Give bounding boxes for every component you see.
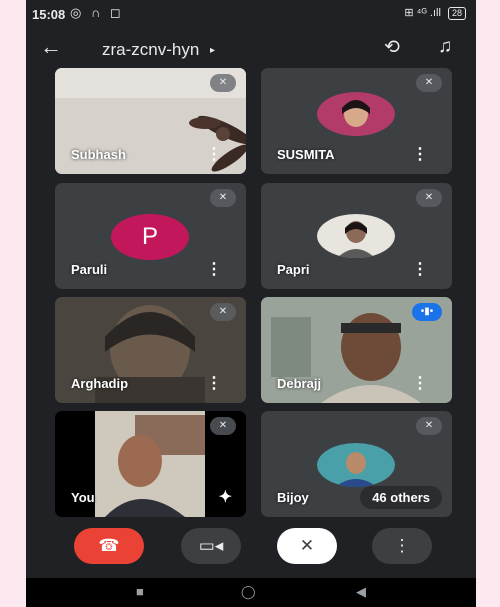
phone-hangup-icon: ☎ [98, 536, 120, 555]
participant-name: Bijoy [277, 490, 309, 505]
more-options-icon[interactable]: ⋮ [206, 373, 222, 393]
avatar-initial: P [111, 214, 189, 260]
caret-right-icon: ▸ [210, 45, 216, 56]
more-options-icon[interactable]: ⋮ [206, 259, 222, 279]
meeting-code-text: zra-zcnv-hyn [102, 40, 200, 59]
meeting-header: ← zra-zcnv-hyn ▸ ⟲ ♫ [26, 32, 476, 68]
avatar-photo [317, 443, 395, 487]
more-options-icon[interactable]: ⋮ [412, 144, 428, 164]
muted-mic-icon: ✕ [210, 417, 236, 435]
participant-name: Subhash [71, 147, 126, 162]
video-camera-icon: ▭◂ [198, 536, 224, 555]
muted-mic-icon: ✕ [210, 74, 236, 92]
participant-name: You [71, 490, 95, 505]
phone-screen: 15:08 ◎ ∩ ◻ ⊞ ⁴ᴳ .ıll 28 ← zra-zcnv-hyn … [26, 0, 476, 607]
participant-tile-susmita[interactable]: ✕ SUSMITA ⋮ [261, 68, 452, 174]
participant-tile-paruli[interactable]: P ✕ Paruli ⋮ [55, 183, 246, 289]
participant-tile-self[interactable]: ✕ You ✦ [55, 411, 246, 517]
participant-tile-bijoy[interactable]: ✕ Bijoy 46 others [261, 411, 452, 517]
switch-camera-icon[interactable]: ⟲ [384, 36, 400, 59]
back-arrow-icon[interactable]: ← [40, 34, 62, 60]
status-bar: 15:08 ◎ ∩ ◻ ⊞ ⁴ᴳ .ıll 28 [26, 0, 476, 28]
muted-mic-icon: ✕ [416, 74, 442, 92]
network-indicator: ⊞ ⁴ᴳ .ıll 28 [404, 6, 466, 20]
muted-mic-icon: ✕ [210, 303, 236, 321]
more-options-button[interactable]: ⋮ [372, 528, 432, 564]
participant-name: Debrajj [277, 376, 322, 391]
muted-mic-icon: ✕ [210, 189, 236, 207]
more-options-icon[interactable]: ⋮ [412, 373, 428, 393]
recents-icon[interactable]: ■ [136, 584, 144, 599]
back-icon[interactable]: ◀ [356, 584, 366, 600]
muted-mic-icon: ✕ [416, 417, 442, 435]
more-vert-icon: ⋮ [393, 536, 411, 555]
android-nav-bar: ■ ◯ ◀ [26, 578, 476, 607]
participant-name: Paruli [71, 262, 108, 277]
battery-icon: 28 [447, 7, 466, 20]
camera-toggle-button[interactable]: ▭◂ [181, 528, 241, 564]
speaking-indicator-icon: •▮• [412, 303, 442, 321]
muted-mic-icon: ✕ [416, 189, 442, 207]
avatar-photo [317, 214, 395, 258]
more-options-icon[interactable]: ⋮ [206, 144, 222, 164]
participant-tile-debrajj[interactable]: •▮• Debrajj ⋮ [261, 297, 452, 403]
participant-tile-arghadip[interactable]: ✕ Arghadip ⋮ [55, 297, 246, 403]
mic-off-icon: ✕ [299, 536, 315, 555]
participant-tile-papri[interactable]: ✕ Papri ⋮ [261, 183, 452, 289]
participant-tile-subhash[interactable]: ✕ Subhash ⋮ [55, 68, 246, 174]
end-call-button[interactable]: ☎ [74, 528, 144, 564]
meeting-code[interactable]: zra-zcnv-hyn ▸ [102, 40, 215, 60]
mic-toggle-button[interactable]: ✕ [277, 528, 337, 564]
status-time: 15:08 [32, 7, 66, 22]
avatar-photo [317, 92, 395, 136]
audio-output-icon[interactable]: ♫ [438, 36, 452, 58]
participant-name: Papri [277, 262, 310, 277]
signal-icon: ⊞ ⁴ᴳ .ıll [404, 7, 441, 19]
effects-icon[interactable]: ✦ [219, 487, 232, 507]
home-icon[interactable]: ◯ [241, 584, 256, 600]
participant-name: Arghadip [71, 376, 129, 391]
more-options-icon[interactable]: ⋮ [412, 259, 428, 279]
participant-name: SUSMITA [277, 147, 335, 162]
notification-icons: ◎ ∩ ◻ [70, 5, 124, 20]
others-count-chip[interactable]: 46 others [360, 486, 442, 509]
